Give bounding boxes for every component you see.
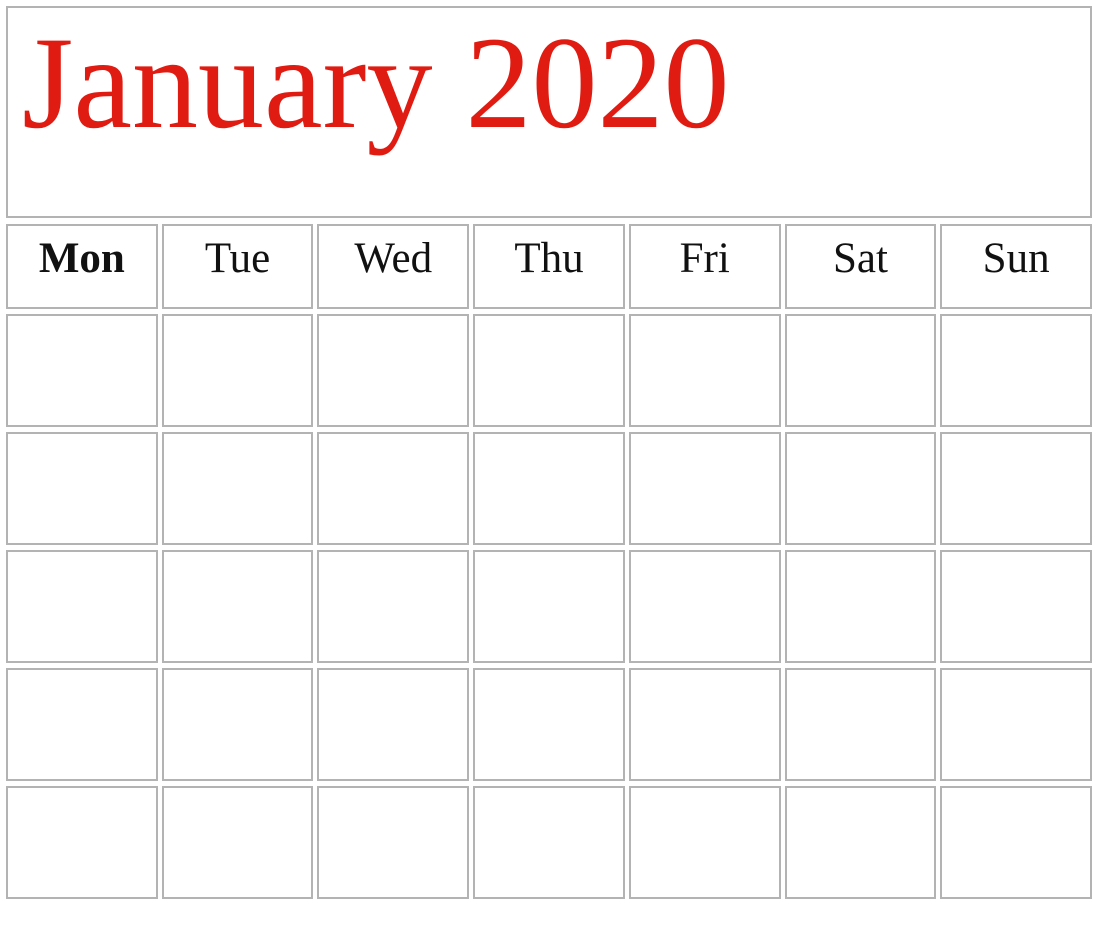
weekday-label: Thu xyxy=(514,235,584,282)
weekday-header-mon: Mon xyxy=(6,224,158,309)
calendar-grid: Mon Tue Wed Thu Fri Sat Sun xyxy=(6,224,1092,899)
day-cell[interactable] xyxy=(161,314,314,427)
day-cell[interactable] xyxy=(473,314,625,427)
day-cell[interactable] xyxy=(628,432,781,545)
day-cell[interactable] xyxy=(161,786,314,899)
day-cell[interactable] xyxy=(6,668,158,781)
weekday-label: Wed xyxy=(354,235,433,282)
day-cell[interactable] xyxy=(940,786,1092,899)
weekday-label: Sun xyxy=(982,235,1050,282)
weekday-header-thu: Thu xyxy=(473,224,625,309)
day-cell[interactable] xyxy=(6,786,158,899)
day-cell[interactable] xyxy=(784,550,937,663)
day-cell[interactable] xyxy=(6,550,158,663)
day-cell[interactable] xyxy=(317,550,470,663)
day-cell[interactable] xyxy=(473,432,625,545)
page-title: January 2020 xyxy=(22,9,730,156)
weekday-label: Sat xyxy=(832,235,888,282)
day-cell[interactable] xyxy=(940,314,1092,427)
day-cell[interactable] xyxy=(940,550,1092,663)
weekday-label: Tue xyxy=(204,235,271,282)
day-cell[interactable] xyxy=(6,432,158,545)
day-cell[interactable] xyxy=(317,314,470,427)
weekday-label: Fri xyxy=(679,235,730,282)
day-cell[interactable] xyxy=(473,668,625,781)
day-cell[interactable] xyxy=(784,314,937,427)
weekday-label: Mon xyxy=(38,235,125,282)
day-cell[interactable] xyxy=(628,314,781,427)
calendar-title-banner: January 2020 xyxy=(6,6,1092,218)
calendar-page: January 2020 Mon Tue Wed Thu Fri Sat Sun xyxy=(0,0,1105,941)
day-cell[interactable] xyxy=(317,668,470,781)
day-cell[interactable] xyxy=(628,550,781,663)
day-cell[interactable] xyxy=(940,668,1092,781)
day-cell[interactable] xyxy=(161,550,314,663)
day-cell[interactable] xyxy=(940,432,1092,545)
day-cell[interactable] xyxy=(784,668,937,781)
weekday-header-tue: Tue xyxy=(161,224,314,309)
day-cell[interactable] xyxy=(6,314,158,427)
day-cell[interactable] xyxy=(161,432,314,545)
day-cell[interactable] xyxy=(473,550,625,663)
day-cell[interactable] xyxy=(628,786,781,899)
day-cell[interactable] xyxy=(784,432,937,545)
weekday-header-wed: Wed xyxy=(317,224,470,309)
day-cell[interactable] xyxy=(317,432,470,545)
weekday-header-fri: Fri xyxy=(628,224,781,309)
day-cell[interactable] xyxy=(317,786,470,899)
day-cell[interactable] xyxy=(784,786,937,899)
weekday-header-sat: Sat xyxy=(784,224,937,309)
day-cell[interactable] xyxy=(473,786,625,899)
weekday-header-sun: Sun xyxy=(940,224,1092,309)
day-cell[interactable] xyxy=(628,668,781,781)
day-cell[interactable] xyxy=(161,668,314,781)
